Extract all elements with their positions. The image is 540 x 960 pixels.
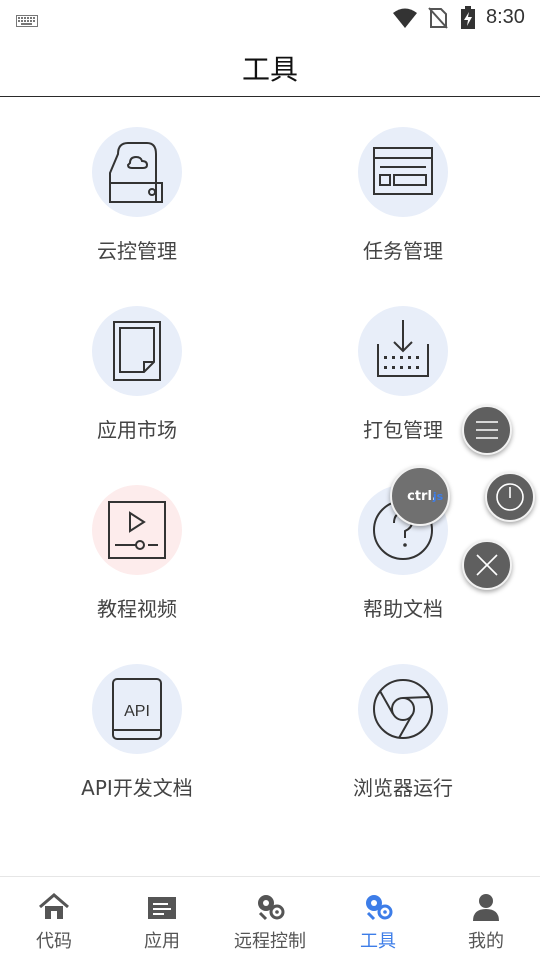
ctrl-js-float-button[interactable]: ctrl. js xyxy=(390,466,450,526)
wifi-icon xyxy=(392,7,418,33)
app-card-icon xyxy=(146,891,178,923)
tab-mine[interactable]: 我的 xyxy=(432,877,540,960)
tool-label: API开发文档 xyxy=(81,776,193,800)
tool-label: 浏览器运行 xyxy=(353,776,453,800)
tab-remote-control[interactable]: 远程控制 xyxy=(216,877,324,960)
no-sim-icon xyxy=(428,7,448,33)
floating-menu-button[interactable] xyxy=(462,405,512,455)
battery-charging-icon xyxy=(460,6,476,34)
cloud-storage-icon xyxy=(92,127,182,217)
floating-close-button[interactable] xyxy=(462,540,512,590)
svg-text:API: API xyxy=(124,703,150,720)
tab-apps[interactable]: 应用 xyxy=(108,877,216,960)
home-icon xyxy=(38,891,70,923)
tab-code[interactable]: 代码 xyxy=(0,877,108,960)
tab-label: 工具 xyxy=(360,931,396,952)
tool-api-docs[interactable]: API API开发文档 xyxy=(37,664,237,824)
tool-label: 云控管理 xyxy=(97,239,177,263)
floating-power-button[interactable] xyxy=(485,472,535,522)
tool-task-manage[interactable]: 任务管理 xyxy=(303,127,503,287)
tool-label: 应用市场 xyxy=(97,418,177,442)
tab-label: 远程控制 xyxy=(234,931,306,952)
tools-icon xyxy=(362,891,394,923)
api-book-icon: API xyxy=(92,664,182,754)
tool-app-market[interactable]: 应用市场 xyxy=(37,306,237,466)
tool-tutorial-video[interactable]: 教程视频 xyxy=(37,485,237,645)
tab-label: 我的 xyxy=(468,931,504,952)
browser-chrome-icon xyxy=(358,664,448,754)
tool-label: 教程视频 xyxy=(97,597,177,621)
status-time: 8:30 xyxy=(486,6,525,28)
tab-label: 应用 xyxy=(144,931,180,952)
remote-control-icon xyxy=(254,891,286,923)
svg-text:js: js xyxy=(432,490,444,503)
tool-label: 任务管理 xyxy=(363,239,443,263)
keyboard-icon xyxy=(16,12,38,31)
bottom-tab-bar: 代码 应用 远程控制 工具 我的 xyxy=(0,876,540,960)
user-icon xyxy=(470,891,502,923)
status-bar: 8:30 xyxy=(0,0,540,36)
task-window-icon xyxy=(358,127,448,217)
tool-cloud-control[interactable]: 云控管理 xyxy=(37,127,237,287)
tab-label: 代码 xyxy=(36,931,72,952)
page-title: 工具 xyxy=(241,53,298,86)
app-bar: 工具 xyxy=(0,36,540,97)
document-page-icon xyxy=(92,306,182,396)
tool-browser-run[interactable]: 浏览器运行 xyxy=(303,664,503,824)
tab-tools[interactable]: 工具 xyxy=(324,877,432,960)
video-play-icon xyxy=(92,485,182,575)
tool-label: 帮助文档 xyxy=(363,597,443,621)
download-package-icon xyxy=(358,306,448,396)
